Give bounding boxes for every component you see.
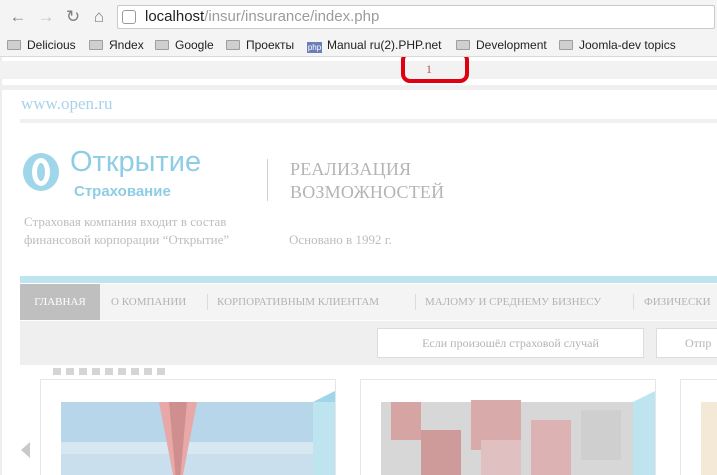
slider-dot[interactable]: [66, 368, 74, 375]
bookmark-yandex[interactable]: Яndex: [89, 37, 144, 53]
company-description-line-1: Страховая компания входит в состав: [24, 214, 227, 229]
menu-separator: [633, 294, 634, 310]
promo-card-2[interactable]: [360, 379, 656, 475]
slider-dot[interactable]: [79, 368, 87, 375]
folder-icon: [7, 40, 21, 50]
forward-arrow-icon[interactable]: →: [36, 7, 56, 27]
page-left-border: [0, 57, 2, 475]
bookmarks-bar: Delicious Яndex Google Проекты php Manual…: [0, 34, 717, 57]
url-text: localhost/insur/insurance/index.php: [145, 8, 380, 25]
bookmark-projects[interactable]: Проекты: [226, 37, 294, 53]
bookmark-google[interactable]: Google: [155, 37, 214, 53]
slider-dot[interactable]: [118, 368, 126, 375]
card-image-tower: [61, 391, 335, 475]
menu-item-corporate[interactable]: КОРПОРАТИВНЫМ КЛИЕНТАМ: [217, 284, 379, 320]
menu-item-individuals[interactable]: ФИЗИЧЕСКИ: [644, 284, 711, 320]
bookmark-php-manual[interactable]: php Manual ru(2).PHP.net: [307, 37, 442, 53]
top-band: [0, 61, 717, 79]
bookmark-development[interactable]: Development: [456, 37, 547, 53]
promo-card-1[interactable]: [40, 379, 336, 475]
logo-name[interactable]: Открытие: [70, 146, 201, 179]
back-arrow-icon[interactable]: ←: [8, 7, 28, 27]
slogan-line-1: РЕАЛИЗАЦИЯ: [290, 159, 412, 179]
folder-icon: [456, 40, 470, 50]
page-icon: [122, 10, 136, 24]
browser-toolbar: ← → ↻ ⌂ localhost/insur/insurance/index.…: [0, 0, 717, 34]
quick-actions-bar: Если произошёл страховой случай Отпр: [20, 321, 717, 365]
insurance-case-button[interactable]: Если произошёл страховой случай: [377, 328, 644, 358]
bookmark-delicious[interactable]: Delicious: [7, 37, 76, 53]
slider-dot[interactable]: [53, 368, 61, 375]
header-divider: [20, 119, 717, 123]
highlight-box: [401, 57, 469, 83]
slider-dot[interactable]: [131, 368, 139, 375]
folder-icon: [89, 40, 103, 50]
menu-item-about[interactable]: О КОМПАНИИ: [111, 284, 186, 320]
slider-prev-arrow-icon[interactable]: [21, 442, 30, 458]
slider-dot[interactable]: [144, 368, 152, 375]
company-description-line-2: финансовой корпорации “Открытие”: [24, 232, 230, 247]
card-image-partial: [701, 402, 717, 475]
slider-dot[interactable]: [157, 368, 165, 375]
company-description: Страховая компания входит в состав финан…: [24, 213, 229, 249]
menu-item-home[interactable]: ГЛАВНАЯ: [20, 284, 100, 320]
send-button[interactable]: Отпр: [656, 328, 717, 358]
card-image-birdhouses: [381, 391, 655, 475]
accent-bar: [20, 276, 717, 283]
promo-card-3[interactable]: [680, 379, 717, 475]
reload-icon[interactable]: ↻: [63, 7, 83, 27]
slider-dot[interactable]: [105, 368, 113, 375]
header-separator: [267, 159, 268, 201]
menu-separator: [207, 294, 208, 310]
site-link[interactable]: www.open.ru: [21, 94, 112, 114]
php-icon: php: [307, 42, 322, 53]
menu-item-small-business[interactable]: МАЛОМУ И СРЕДНЕМУ БИЗНЕСУ: [425, 284, 601, 320]
main-menu: ГЛАВНАЯ О КОМПАНИИ КОРПОРАТИВНЫМ КЛИЕНТА…: [20, 284, 717, 320]
logo-subtitle: Страхование: [74, 183, 171, 200]
folder-icon: [155, 40, 169, 50]
web-page: 1 www.open.ru Открытие Страхование РЕАЛИ…: [0, 57, 717, 475]
bookmark-joomla-dev[interactable]: Joomla-dev topics: [559, 37, 676, 53]
founded-text: Основано в 1992 г.: [289, 232, 392, 247]
logo-icon[interactable]: [21, 152, 61, 192]
slogan: РЕАЛИЗАЦИЯ ВОЗМОЖНОСТЕЙ: [290, 158, 444, 204]
address-bar[interactable]: localhost/insur/insurance/index.php: [117, 5, 715, 29]
slider-dot[interactable]: [92, 368, 100, 375]
slogan-line-2: ВОЗМОЖНОСТЕЙ: [290, 182, 445, 202]
menu-separator: [415, 294, 416, 310]
top-band-2: [0, 85, 717, 90]
home-icon[interactable]: ⌂: [89, 7, 109, 27]
folder-icon: [226, 40, 240, 50]
folder-icon: [559, 40, 573, 50]
